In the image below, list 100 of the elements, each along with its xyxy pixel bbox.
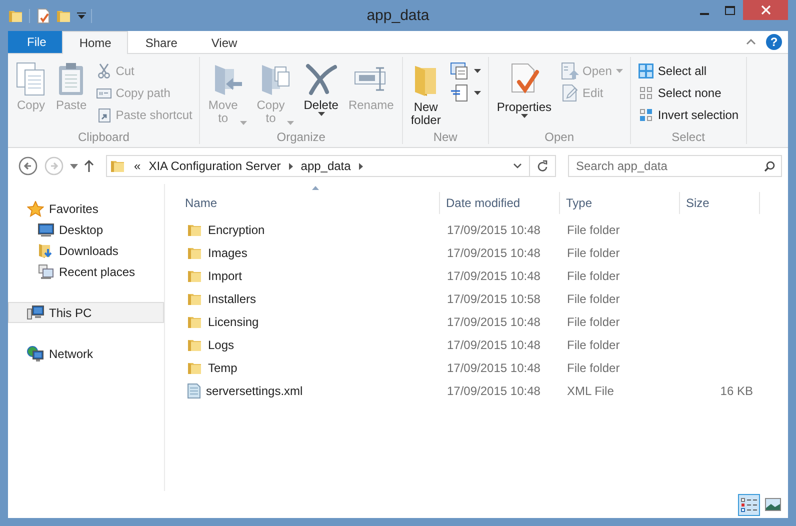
ribbon-button[interactable]: Invert selection bbox=[634, 104, 742, 126]
search-icon bbox=[764, 161, 775, 172]
file-name: Temp bbox=[208, 360, 238, 374]
sidebar-item[interactable]: Downloads bbox=[8, 240, 164, 261]
collapse-ribbon-button[interactable] bbox=[746, 39, 756, 45]
folder-documents-icon bbox=[259, 62, 292, 96]
file-row[interactable]: Images 17/09/2015 10:48 File folder bbox=[184, 241, 788, 264]
file-row[interactable]: Logs 17/09/2015 10:48 File folder bbox=[184, 333, 788, 356]
overflow-button[interactable]: « bbox=[134, 159, 141, 173]
group-label: Organize bbox=[276, 130, 326, 144]
group-label: New bbox=[433, 130, 458, 144]
edit-icon bbox=[560, 84, 579, 102]
file-type: File folder bbox=[567, 246, 620, 260]
date-modified: 17/09/2015 10:58 bbox=[447, 292, 540, 306]
ribbon-button[interactable]: Select none bbox=[634, 82, 742, 104]
file-name: Import bbox=[208, 268, 242, 282]
ribbon-button[interactable]: Properties bbox=[492, 60, 556, 120]
window-title: app_data bbox=[366, 7, 430, 24]
date-modified: 17/09/2015 10:48 bbox=[447, 338, 540, 352]
document-icon bbox=[187, 382, 201, 398]
ribbon-button[interactable]: New folder bbox=[406, 60, 445, 129]
recent-places-icon bbox=[38, 264, 54, 280]
recent-locations-button[interactable] bbox=[70, 164, 78, 168]
monitor-icon bbox=[38, 222, 54, 236]
help-button[interactable]: ? bbox=[766, 34, 782, 50]
file-name: Installers bbox=[208, 292, 256, 306]
date-modified: 17/09/2015 10:48 bbox=[447, 384, 540, 398]
file-row[interactable]: Encryption 17/09/2015 10:48 File folder bbox=[184, 218, 788, 241]
ribbon-button[interactable]: Select all bbox=[634, 60, 742, 82]
column-header[interactable]: Name bbox=[184, 192, 440, 214]
shortcut-icon bbox=[96, 107, 112, 123]
chevron-up-icon bbox=[746, 39, 756, 45]
breadcrumb[interactable]: XIA Configuration Server bbox=[148, 159, 281, 173]
up-button[interactable] bbox=[84, 160, 94, 172]
search-field[interactable]: Search app_data bbox=[568, 155, 782, 177]
sidebar-item[interactable]: Favorites bbox=[8, 198, 164, 219]
file-name: serversettings.xml bbox=[206, 384, 303, 398]
group-label: Clipboard bbox=[78, 130, 130, 144]
network-icon bbox=[27, 346, 44, 362]
sidebar-item[interactable]: Network bbox=[8, 343, 164, 364]
close-icon bbox=[760, 5, 770, 15]
ribbon-button[interactable]: Delete bbox=[300, 60, 342, 118]
documents-icon bbox=[16, 62, 46, 96]
scissors-icon bbox=[96, 63, 112, 79]
file-type: File folder bbox=[567, 338, 620, 352]
address-bar[interactable]: « XIA Configuration Server app_data bbox=[106, 155, 556, 177]
group-label: Open bbox=[544, 130, 574, 144]
breadcrumb[interactable]: app_data bbox=[300, 159, 351, 173]
sidebar-item[interactable]: This PC bbox=[8, 302, 164, 323]
file-row[interactable]: Installers 17/09/2015 10:58 File folder bbox=[184, 287, 788, 310]
landscape-thumbnail-icon bbox=[765, 498, 781, 511]
select-all-icon bbox=[638, 63, 654, 79]
file-row[interactable]: serversettings.xml 17/09/2015 10:48 XML File 16 KB bbox=[184, 379, 788, 402]
customize-button[interactable] bbox=[77, 12, 86, 20]
date-modified: 17/09/2015 10:48 bbox=[447, 268, 540, 282]
file-type: XML File bbox=[567, 384, 614, 398]
date-modified: 17/09/2015 10:48 bbox=[447, 222, 540, 236]
minimize-icon bbox=[700, 12, 708, 14]
close-button[interactable] bbox=[743, 0, 788, 20]
ribbon-tab[interactable]: File bbox=[8, 31, 62, 53]
file-size: 16 KB bbox=[720, 384, 753, 398]
date-modified: 17/09/2015 10:48 bbox=[447, 360, 540, 374]
details-view-button[interactable] bbox=[738, 494, 760, 516]
details-icon bbox=[741, 498, 757, 512]
file-type: File folder bbox=[567, 292, 620, 306]
sidebar-item[interactable]: Desktop bbox=[8, 219, 164, 240]
file-type: File folder bbox=[567, 222, 620, 236]
file-name: Encryption bbox=[208, 222, 265, 236]
file-row[interactable]: Licensing 17/09/2015 10:48 File folder bbox=[184, 310, 788, 333]
column-header[interactable]: Date modified bbox=[440, 192, 560, 214]
document-check-icon bbox=[35, 8, 51, 24]
group-label: Select bbox=[672, 130, 705, 144]
file-name: Licensing bbox=[208, 314, 259, 328]
file-name: Images bbox=[208, 246, 248, 260]
file-row[interactable]: Temp 17/09/2015 10:48 File folder bbox=[184, 356, 788, 379]
maximize-icon bbox=[725, 6, 735, 14]
new-item-icon bbox=[450, 62, 470, 80]
date-modified: 17/09/2015 10:48 bbox=[447, 314, 540, 328]
clipboard-icon bbox=[57, 62, 86, 96]
ribbon-tab[interactable]: Home bbox=[62, 31, 128, 54]
file-row[interactable]: Import 17/09/2015 10:48 File folder bbox=[184, 264, 788, 287]
computer-icon bbox=[27, 305, 44, 320]
file-type: File folder bbox=[567, 268, 620, 282]
back-button[interactable] bbox=[18, 156, 38, 176]
folder-download-icon bbox=[38, 242, 54, 258]
chevron-right-icon bbox=[288, 162, 293, 170]
properties-button[interactable] bbox=[35, 8, 51, 24]
chevron-right-icon bbox=[358, 162, 363, 170]
star-icon bbox=[27, 200, 44, 216]
ribbon-tab[interactable]: Share bbox=[128, 31, 194, 54]
file-type: File folder bbox=[567, 314, 620, 328]
ribbon-tab[interactable]: View bbox=[194, 31, 254, 54]
caret-icon bbox=[77, 12, 86, 20]
easy-access-icon bbox=[450, 84, 470, 102]
sidebar-item[interactable]: Recent places bbox=[8, 261, 164, 282]
folder-icon bbox=[110, 158, 126, 174]
delete-icon bbox=[305, 62, 338, 96]
date-modified: 17/09/2015 10:48 bbox=[447, 246, 540, 260]
column-header[interactable]: Size bbox=[680, 192, 760, 214]
column-header[interactable]: Type bbox=[560, 192, 680, 214]
